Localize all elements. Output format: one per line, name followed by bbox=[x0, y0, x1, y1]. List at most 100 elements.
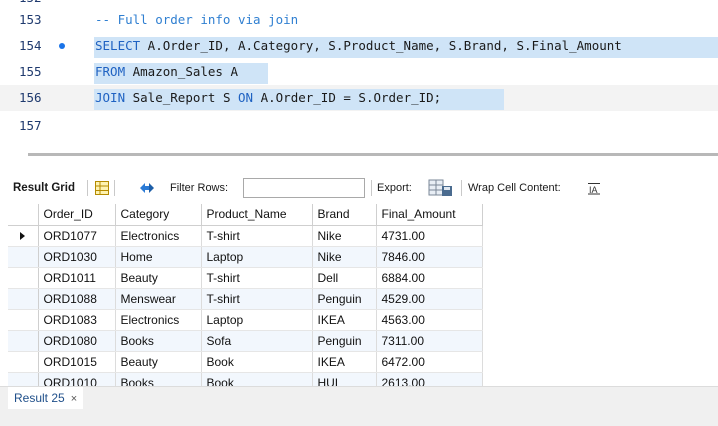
cell-final-amount[interactable]: 7846.00 bbox=[376, 246, 483, 268]
cell-final-amount[interactable]: 2613.00 bbox=[376, 372, 483, 386]
editor-line-154[interactable]: 154 SELECT A.Order_ID, A.Category, S.Pro… bbox=[0, 33, 718, 59]
cell-final-amount[interactable]: 4563.00 bbox=[376, 309, 483, 331]
cell-order-id[interactable]: ORD1030 bbox=[38, 246, 116, 268]
cell-order-id[interactable]: ORD1088 bbox=[38, 288, 116, 310]
cell-brand[interactable]: Nike bbox=[312, 225, 377, 247]
column-header-category[interactable]: Category bbox=[115, 204, 202, 226]
column-header-product-name[interactable]: Product_Name bbox=[201, 204, 313, 226]
cell-category[interactable]: Beauty bbox=[115, 351, 202, 373]
cell-brand[interactable]: IKEA bbox=[312, 309, 377, 331]
cell-brand[interactable]: Dell bbox=[312, 267, 377, 289]
cell-category[interactable]: Electronics bbox=[115, 309, 202, 331]
row-header[interactable] bbox=[8, 309, 39, 331]
sql-text: Amazon_Sales A bbox=[125, 64, 238, 79]
sql-editor[interactable]: 152 153 -- Full order info via join 154 … bbox=[0, 0, 718, 145]
row-header[interactable] bbox=[8, 330, 39, 352]
cell-product-name[interactable]: T-shirt bbox=[201, 267, 313, 289]
line-number: 153 bbox=[19, 12, 42, 27]
result-tab-bar: Result 25 × bbox=[0, 386, 718, 426]
row-header[interactable] bbox=[8, 372, 39, 386]
toolbar-divider bbox=[371, 180, 372, 196]
cell-product-name[interactable]: Sofa bbox=[201, 330, 313, 352]
cell-final-amount[interactable]: 6884.00 bbox=[376, 267, 483, 289]
result-tab-label: Result 25 bbox=[14, 391, 65, 405]
cell-final-amount[interactable]: 4529.00 bbox=[376, 288, 483, 310]
editor-line-157[interactable]: 157 bbox=[0, 113, 718, 139]
table-row[interactable]: ORD1015 Beauty Book IKEA 6472.00 bbox=[8, 351, 483, 373]
cell-category[interactable]: Menswear bbox=[115, 288, 202, 310]
cell-category[interactable]: Electronics bbox=[115, 225, 202, 247]
refresh-arrows-icon[interactable] bbox=[138, 181, 156, 195]
result-table: Order_ID Category Product_Name Brand Fin… bbox=[8, 204, 483, 386]
cell-product-name[interactable]: Book bbox=[201, 372, 313, 386]
line-number: 156 bbox=[19, 90, 42, 105]
table-row[interactable]: ORD1080 Books Sofa Penguin 7311.00 bbox=[8, 330, 483, 352]
cell-order-id[interactable]: ORD1011 bbox=[38, 267, 116, 289]
cell-product-name[interactable]: Book bbox=[201, 351, 313, 373]
toolbar-divider bbox=[87, 180, 88, 196]
sql-text: Sale_Report S bbox=[125, 90, 238, 105]
wrap-text-icon[interactable]: IA bbox=[587, 182, 601, 195]
cell-product-name[interactable]: Laptop bbox=[201, 309, 313, 331]
cell-category[interactable]: Home bbox=[115, 246, 202, 268]
row-header[interactable] bbox=[8, 288, 39, 310]
form-editor-grid-icon[interactable] bbox=[95, 181, 109, 195]
filter-rows-input[interactable] bbox=[243, 178, 365, 198]
sql-text: A.Order_ID, A.Category, S.Product_Name, … bbox=[140, 38, 622, 53]
line-number: 157 bbox=[19, 118, 42, 133]
line-number: 155 bbox=[19, 64, 42, 79]
toolbar-divider bbox=[114, 180, 115, 196]
result-grid[interactable]: Order_ID Category Product_Name Brand Fin… bbox=[8, 204, 708, 386]
table-row[interactable]: ORD1083 Electronics Laptop IKEA 4563.00 bbox=[8, 309, 483, 331]
editor-line-156[interactable]: 156 JOIN Sale_Report S ON A.Order_ID = S… bbox=[0, 85, 718, 111]
table-header-row: Order_ID Category Product_Name Brand Fin… bbox=[8, 204, 483, 226]
sql-text: A.Order_ID = S.Order_ID; bbox=[253, 90, 442, 105]
cell-final-amount[interactable]: 7311.00 bbox=[376, 330, 483, 352]
result-tab[interactable]: Result 25 × bbox=[8, 387, 84, 409]
cell-product-name[interactable]: T-shirt bbox=[201, 225, 313, 247]
table-row[interactable]: ORD1011 Beauty T-shirt Dell 6884.00 bbox=[8, 267, 483, 289]
table-row[interactable]: ORD1030 Home Laptop Nike 7846.00 bbox=[8, 246, 483, 268]
editor-line-153[interactable]: 153 -- Full order info via join bbox=[0, 7, 718, 33]
table-row[interactable]: ORD1077 Electronics T-shirt Nike 4731.00 bbox=[8, 225, 483, 247]
cell-order-id[interactable]: ORD1077 bbox=[38, 225, 116, 247]
column-header-final-amount[interactable]: Final_Amount bbox=[376, 204, 483, 226]
row-header[interactable] bbox=[8, 351, 39, 373]
sql-keyword: SELECT bbox=[95, 38, 141, 53]
cell-order-id[interactable]: ORD1010 bbox=[38, 372, 116, 386]
sql-keyword: FROM bbox=[95, 64, 126, 79]
table-row[interactable]: ORD1088 Menswear T-shirt Penguin 4529.00 bbox=[8, 288, 483, 310]
row-header[interactable] bbox=[8, 225, 39, 247]
table-row[interactable]: ORD1010 Books Book HUL 2613.00 bbox=[8, 372, 483, 386]
sql-code: SELECT A.Order_ID, A.Category, S.Product… bbox=[95, 33, 622, 59]
current-row-arrow-icon bbox=[20, 231, 26, 240]
row-header[interactable] bbox=[8, 246, 39, 268]
cell-order-id[interactable]: ORD1080 bbox=[38, 330, 116, 352]
cell-brand[interactable]: Nike bbox=[312, 246, 377, 268]
cell-brand[interactable]: Penguin bbox=[312, 330, 377, 352]
result-grid-tab[interactable]: Result Grid bbox=[13, 176, 75, 200]
cell-order-id[interactable]: ORD1015 bbox=[38, 351, 116, 373]
cell-product-name[interactable]: Laptop bbox=[201, 246, 313, 268]
export-grid-icon[interactable] bbox=[428, 179, 454, 197]
panel-splitter[interactable] bbox=[28, 153, 718, 156]
cell-brand[interactable]: IKEA bbox=[312, 351, 377, 373]
row-header-corner[interactable] bbox=[8, 204, 39, 226]
sql-comment: -- Full order info via join bbox=[95, 12, 299, 27]
cell-final-amount[interactable]: 6472.00 bbox=[376, 351, 483, 373]
cell-brand[interactable]: Penguin bbox=[312, 288, 377, 310]
cell-product-name[interactable]: T-shirt bbox=[201, 288, 313, 310]
cell-category[interactable]: Books bbox=[115, 372, 202, 386]
row-header[interactable] bbox=[8, 267, 39, 289]
column-header-brand[interactable]: Brand bbox=[312, 204, 377, 226]
cell-final-amount[interactable]: 4731.00 bbox=[376, 225, 483, 247]
cell-category[interactable]: Books bbox=[115, 330, 202, 352]
editor-line-155[interactable]: 155 FROM Amazon_Sales A bbox=[0, 59, 718, 85]
filter-rows-label: Filter Rows: bbox=[170, 182, 229, 194]
column-header-order-id[interactable]: Order_ID bbox=[38, 204, 116, 226]
cell-brand[interactable]: HUL bbox=[312, 372, 377, 386]
cell-category[interactable]: Beauty bbox=[115, 267, 202, 289]
cell-order-id[interactable]: ORD1083 bbox=[38, 309, 116, 331]
current-statement-dot-icon bbox=[59, 43, 65, 49]
close-icon[interactable]: × bbox=[71, 393, 77, 405]
